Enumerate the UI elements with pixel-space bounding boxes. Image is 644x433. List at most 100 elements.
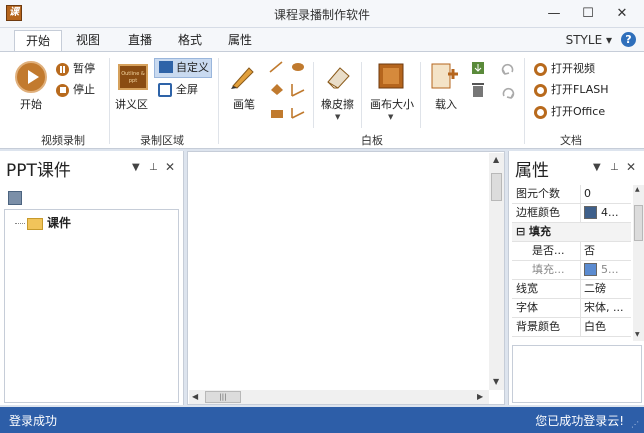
property-row[interactable]: 背景颜色 白色 (512, 318, 631, 337)
minimize-button[interactable]: — (540, 4, 568, 24)
property-category[interactable]: ⊟ 填充 (512, 223, 631, 242)
lecture-area-label: 讲义区 (115, 98, 148, 111)
open-video-button[interactable]: 打开视频 (534, 60, 595, 78)
tab-view[interactable]: 视图 (68, 30, 108, 52)
document-group-label: 文档 (560, 134, 582, 147)
property-row[interactable]: 线宽 二磅 (512, 280, 631, 299)
canvas-size-icon (378, 63, 404, 89)
import-delete-tools[interactable] (470, 60, 486, 100)
group-divider (109, 58, 110, 144)
fill-tool-icon (271, 84, 283, 95)
scroll-down-arrow[interactable]: ▼ (493, 377, 499, 386)
property-row[interactable]: 边框颜色 4... (512, 204, 631, 223)
scroll-right-arrow[interactable]: ▶ (477, 392, 483, 401)
property-value[interactable]: 4... (580, 204, 631, 222)
undo-redo-tools[interactable] (500, 62, 516, 102)
eraser-icon (327, 67, 350, 89)
maximize-button[interactable]: ☐ (574, 4, 602, 24)
video-group-label: 视频录制 (41, 134, 85, 147)
panel-header: 属性 ▼ ⊥ ✕ (509, 151, 644, 185)
status-bar: 登录成功 您已成功登录云! ⋰ (0, 407, 644, 433)
property-value[interactable]: 白色 (580, 318, 631, 336)
tab-format[interactable]: 格式 (170, 30, 210, 52)
stop-label: 停止 (73, 83, 95, 96)
group-divider (218, 58, 219, 144)
custom-area-icon (159, 61, 173, 73)
close-button[interactable]: ✕ (608, 4, 636, 24)
pause-icon (56, 62, 69, 76)
scroll-down-arrow[interactable]: ▼ (635, 331, 640, 338)
scroll-thumb[interactable] (634, 205, 643, 241)
shape-tools[interactable] (268, 60, 312, 122)
office-icon (534, 105, 547, 119)
tree-item-label: 课件 (47, 216, 72, 230)
open-flash-label: 打开FLASH (551, 83, 609, 96)
folder-icon (27, 217, 43, 230)
property-value[interactable]: 5... (580, 261, 631, 279)
pin-icon[interactable]: ⊥ (149, 162, 158, 173)
property-name: 边框颜色 (516, 206, 560, 219)
panel-menu-icon[interactable]: ▼ (593, 162, 601, 173)
panel-menu-icon[interactable]: ▼ (132, 162, 140, 173)
panel-header: PPT课件 ▼ ⊥ ✕ (0, 151, 183, 185)
property-name: 填充... (532, 263, 565, 276)
style-dropdown[interactable]: STYLE ▾ (566, 33, 612, 47)
open-video-label: 打开视频 (551, 62, 595, 75)
property-row[interactable]: 填充... 5... (512, 261, 631, 280)
fullscreen-label: 全屏 (176, 83, 198, 96)
flash-icon (534, 83, 547, 97)
scroll-thumb[interactable] (491, 173, 502, 201)
whiteboard-group-label: 白板 (361, 134, 383, 147)
tab-live[interactable]: 直播 (120, 30, 160, 52)
lecture-area-icon: Outline & ppt (118, 64, 148, 90)
open-office-button[interactable]: 打开Office (534, 103, 605, 121)
course-tree[interactable]: 课件 (4, 209, 179, 403)
property-value[interactable]: 否 (580, 242, 631, 260)
ribbon: 开始 暂停 停止 视频录制 Outline & ppt 讲义区 自定义 全屏 录… (0, 51, 644, 149)
property-name: 是否... (532, 244, 565, 257)
stop-button[interactable]: 停止 (56, 81, 95, 99)
course-list-icon[interactable] (8, 191, 22, 205)
login-status: 您已成功登录云! (535, 414, 624, 428)
panel-title: PPT课件 (6, 161, 71, 181)
resize-grip-icon[interactable]: ⋰ (631, 420, 641, 430)
area-group-label: 录制区域 (140, 134, 184, 147)
property-row[interactable]: 是否... 否 (512, 242, 631, 261)
pause-button[interactable]: 暂停 (56, 60, 95, 78)
custom-area-button[interactable]: 自定义 (154, 58, 212, 78)
tree-item[interactable]: 课件 (15, 214, 71, 231)
property-value[interactable]: 二磅 (580, 280, 631, 298)
load-icon (431, 63, 458, 89)
status-text: 登录成功 (9, 414, 58, 428)
property-grid[interactable]: 图元个数 0 边框颜色 4... ⊟ 填充 是否... 否 填充... 5...… (512, 185, 631, 341)
canvas-size-label: 画布大小 (370, 98, 414, 111)
pin-icon[interactable]: ⊥ (610, 162, 619, 173)
scroll-up-arrow[interactable]: ▲ (635, 186, 640, 193)
close-panel-icon[interactable]: ✕ (626, 160, 636, 174)
property-name: 线宽 (516, 282, 538, 295)
horizontal-scrollbar[interactable]: ◀ ||| ▶ (189, 390, 489, 404)
property-row[interactable]: 字体 宋体, ... (512, 299, 631, 318)
whiteboard-canvas[interactable] (187, 151, 505, 405)
properties-panel: 属性 ▼ ⊥ ✕ 图元个数 0 边框颜色 4... ⊟ 填充 是否... 否 填… (508, 151, 644, 405)
vertical-scrollbar[interactable]: ▲ ▼ (489, 153, 504, 390)
custom-area-label: 自定义 (176, 61, 209, 74)
ppt-panel: PPT课件 ▼ ⊥ ✕ 课件 (0, 151, 184, 405)
tab-properties[interactable]: 属性 (220, 30, 260, 52)
open-flash-button[interactable]: 打开FLASH (534, 81, 609, 99)
fullscreen-button[interactable]: 全屏 (158, 81, 198, 99)
scroll-up-arrow[interactable]: ▲ (493, 155, 499, 164)
line-tool-icon (269, 61, 283, 73)
property-row[interactable]: 图元个数 0 (512, 185, 631, 204)
fullscreen-icon (158, 83, 172, 97)
help-icon[interactable]: ? (621, 32, 636, 47)
scroll-left-arrow[interactable]: ◀ (192, 392, 198, 401)
color-swatch (584, 205, 597, 219)
scroll-thumb[interactable]: ||| (205, 391, 241, 403)
tab-start[interactable]: 开始 (14, 30, 62, 52)
close-panel-icon[interactable]: ✕ (165, 160, 175, 174)
property-value[interactable]: 宋体, ... (580, 299, 631, 317)
property-scrollbar[interactable]: ▲ ▼ (633, 185, 644, 341)
property-name: 背景颜色 (516, 320, 560, 333)
property-value[interactable]: 0 (580, 185, 631, 203)
